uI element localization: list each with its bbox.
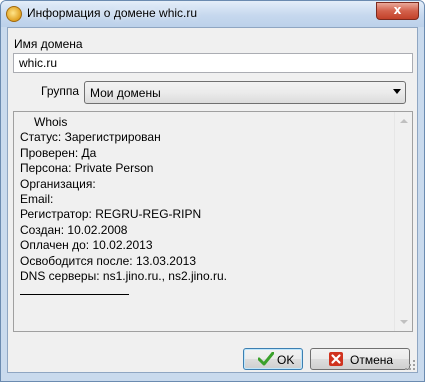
whois-line: Регистратор: REGRU-REG-RIPN [20, 207, 202, 222]
separator-line [20, 284, 129, 296]
window-title: Информация о домене whic.ru [27, 6, 198, 20]
whois-line: Проверен: Да [20, 145, 97, 160]
app-icon [6, 6, 22, 22]
chevron-down-icon [393, 89, 401, 94]
group-label: Группа [41, 84, 80, 98]
vertical-scrollbar[interactable] [394, 112, 412, 331]
checkmark-icon [258, 352, 274, 366]
whois-line: Организация: [20, 176, 96, 191]
cancel-button[interactable]: Отмена [310, 348, 410, 370]
resize-grip-icon[interactable] [405, 360, 415, 370]
whois-content: Whois Статус: Зарегистрирован Проверен: … [20, 115, 227, 296]
dialog-body: Имя домена whic.ru Группа Мои домены Who… [7, 27, 418, 373]
cancel-button-label: Отмена [350, 353, 394, 367]
whois-line: Освободится после: 13.03.2013 [20, 253, 197, 268]
group-selected-value: Мои домены [90, 86, 161, 100]
title-bar[interactable]: Информация о домене whic.ru x [1, 1, 424, 27]
ok-button-label: OK [277, 353, 295, 367]
scroll-down-icon[interactable] [400, 320, 408, 324]
whois-line: DNS серверы: ns1.jino.ru., ns2.jino.ru. [20, 269, 227, 284]
ok-button[interactable]: OK [243, 348, 303, 370]
domain-name-value: whic.ru [19, 56, 58, 70]
domain-name-label: Имя домена [14, 37, 83, 51]
whois-line: Создан: 10.02.2008 [20, 222, 128, 237]
cross-icon [329, 352, 343, 366]
domain-name-input[interactable]: whic.ru [13, 53, 413, 73]
whois-line: Email: [20, 192, 54, 207]
dialog-window: Информация о домене whic.ru x Имя домена… [0, 0, 425, 382]
whois-title: Whois [34, 115, 68, 129]
whois-line: Оплачен до: 10.02.2013 [20, 238, 153, 253]
close-icon: x [393, 3, 402, 17]
whois-line: Статус: Зарегистрирован [20, 130, 161, 145]
whois-line: Персона: Private Person [20, 161, 154, 176]
whois-textarea[interactable]: Whois Статус: Зарегистрирован Проверен: … [13, 111, 413, 332]
scroll-up-icon[interactable] [400, 119, 408, 123]
group-select[interactable]: Мои домены [84, 81, 406, 104]
close-button[interactable]: x [376, 2, 419, 20]
